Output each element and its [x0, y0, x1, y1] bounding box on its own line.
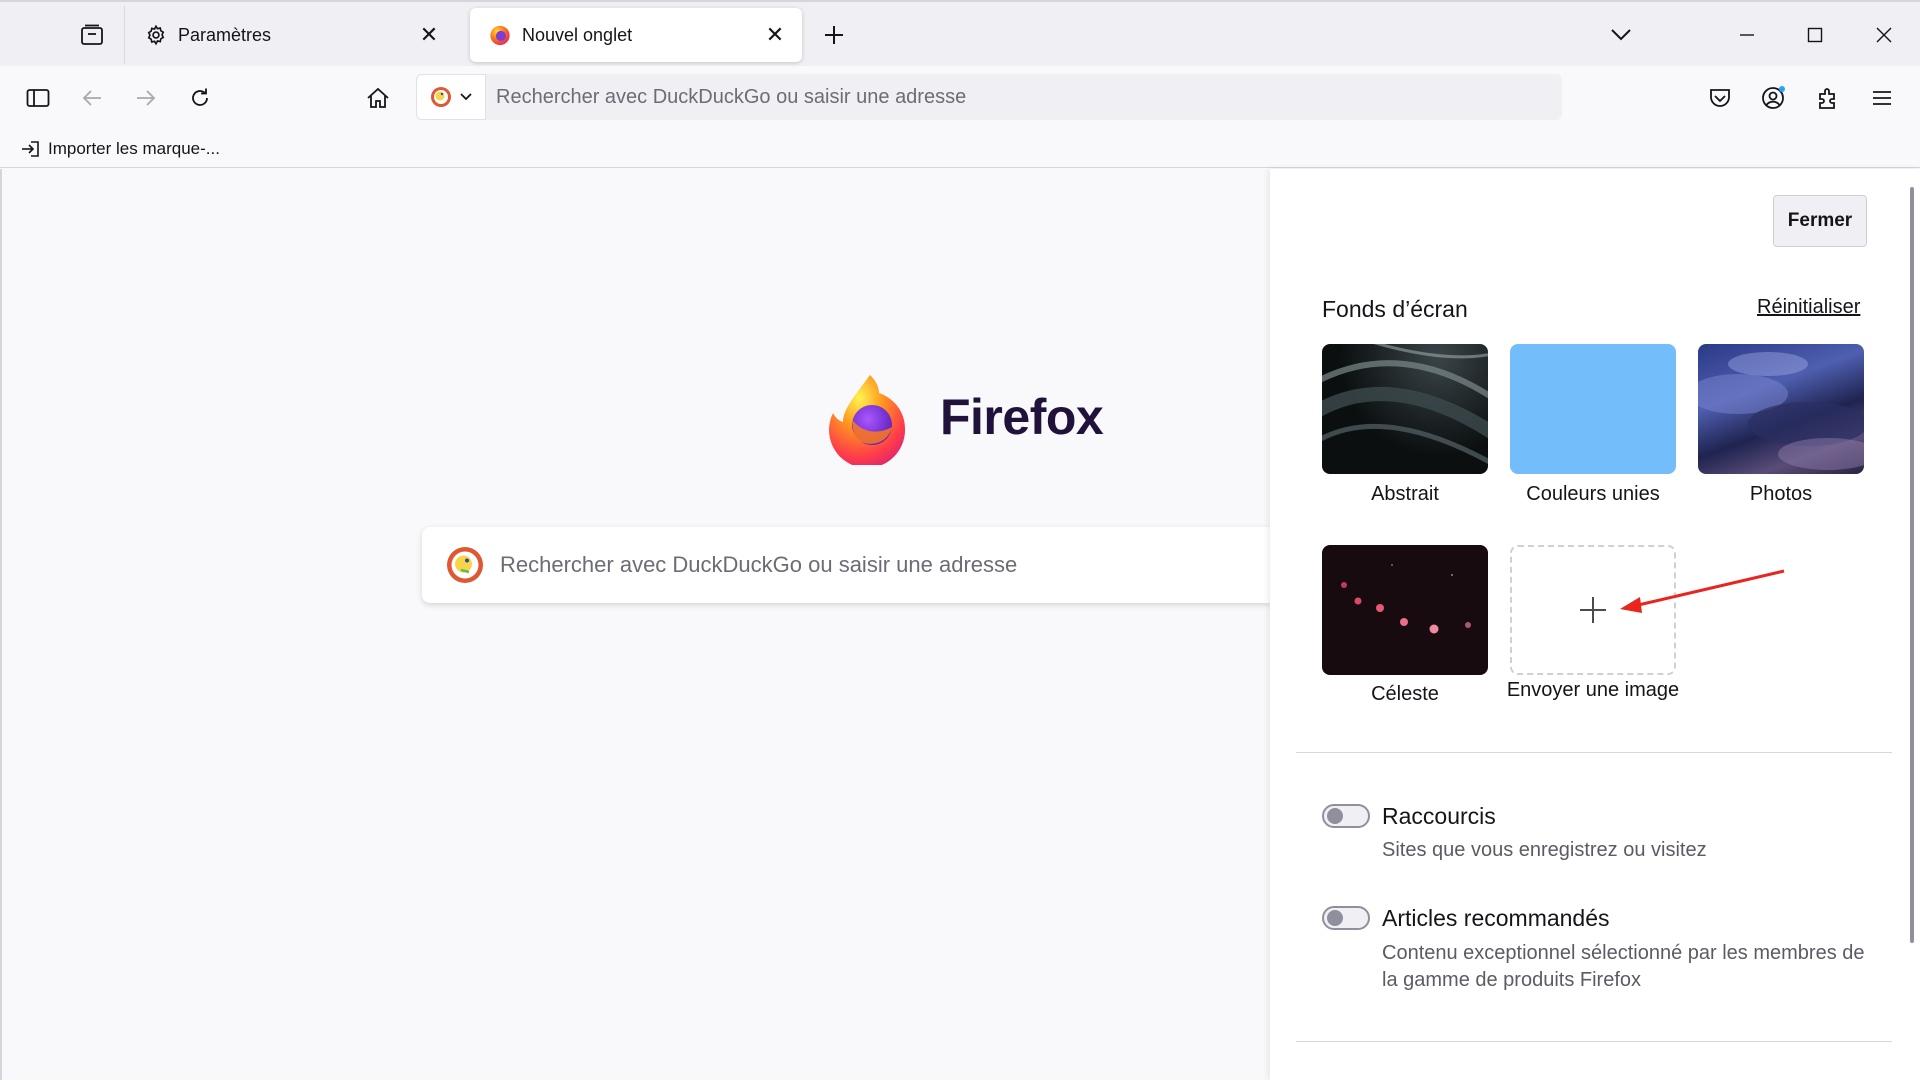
wallpaper-celestial[interactable]: [1322, 545, 1488, 675]
pocket-button[interactable]: [1700, 78, 1740, 118]
import-bookmarks-label: Importer les marque-...: [48, 139, 220, 158]
import-icon: [22, 141, 39, 157]
back-button[interactable]: [72, 78, 112, 118]
shortcuts-description: Sites que vous enregistrez ou visitez: [1382, 839, 1707, 861]
wallpaper-label: Céleste: [1371, 683, 1439, 705]
firefox-view-button[interactable]: [70, 16, 114, 54]
bookmarks-toolbar: Importer les marque-...: [0, 130, 1920, 168]
panel-scrollbar[interactable]: [1910, 187, 1914, 943]
abstract-wallpaper-art: [1322, 344, 1488, 465]
address-bar: [416, 74, 1562, 120]
wallpaper-label: Couleurs unies: [1526, 483, 1660, 505]
reload-button[interactable]: [180, 78, 220, 118]
extensions-button[interactable]: [1808, 78, 1848, 118]
arrow-left-icon: [82, 90, 101, 106]
duckduckgo-icon: [431, 87, 451, 107]
toggle-knob: [1327, 910, 1343, 926]
tab-title: Paramètres: [178, 24, 272, 45]
account-button[interactable]: [1754, 78, 1794, 118]
import-bookmarks-button[interactable]: Importer les marque-...: [20, 136, 220, 162]
close-panel-button[interactable]: Fermer: [1773, 195, 1867, 247]
close-icon: [1876, 27, 1892, 43]
minimize-button[interactable]: [1724, 12, 1770, 58]
chevron-down-icon: [460, 93, 472, 101]
firefox-wordmark: Firefox: [940, 389, 1104, 445]
puzzle-icon: [1819, 88, 1835, 109]
wallpaper-solid-colors[interactable]: [1510, 344, 1676, 474]
close-window-button[interactable]: [1861, 12, 1907, 58]
upload-wallpaper-button[interactable]: [1510, 545, 1676, 675]
wallpaper-label: Abstrait: [1371, 483, 1439, 505]
new-tab-button[interactable]: [814, 16, 854, 54]
wallpaper-abstract[interactable]: [1322, 344, 1488, 474]
wallpaper-label: Photos: [1749, 483, 1813, 505]
plus-icon: [1580, 597, 1606, 623]
customize-panel: Fermer Fonds d’écran Réinitialiser Abstr…: [1270, 169, 1920, 1080]
recommended-articles-description: Contenu exceptionnel sélectionné par les…: [1382, 942, 1865, 991]
url-input[interactable]: [486, 74, 1562, 120]
sidebar-toggle-button[interactable]: [18, 78, 58, 118]
recommended-articles-toggle[interactable]: [1322, 906, 1370, 930]
hamburger-icon: [1873, 91, 1891, 105]
pocket-icon: [1710, 89, 1730, 107]
tab-title: Nouvel onglet: [522, 24, 633, 45]
forward-button[interactable]: [126, 78, 166, 118]
shortcuts-title: Raccourcis: [1382, 803, 1496, 829]
arrow-right-icon: [137, 90, 156, 106]
minimize-icon: [1740, 34, 1754, 36]
wallpaper-label: Envoyer une image: [1506, 679, 1680, 701]
wallpapers-heading: Fonds d’écran: [1322, 296, 1468, 322]
tab-separator: [124, 6, 125, 64]
maximize-button[interactable]: [1792, 12, 1838, 58]
firefox-logo-icon: [488, 23, 512, 47]
chevron-down-icon: [1611, 29, 1631, 41]
main-search-box[interactable]: [422, 527, 1272, 603]
new-tab-page: Firefox: [0, 169, 1272, 1080]
wallpaper-photos[interactable]: [1698, 344, 1864, 474]
home-icon: [367, 87, 389, 108]
firefox-brand: Firefox: [822, 369, 1104, 465]
firefox-view-icon: [81, 24, 103, 45]
firefox-logo-icon: [829, 375, 906, 465]
maximize-icon: [1807, 27, 1823, 43]
tab-settings[interactable]: Paramètres ✕: [126, 8, 456, 62]
reload-icon: [192, 88, 208, 106]
tab-strip: Paramètres ✕ Nouvel onglet ✕: [0, 0, 1920, 66]
recommended-articles-title: Articles recommandés: [1382, 905, 1610, 931]
main-search-input[interactable]: [484, 552, 1272, 578]
shortcuts-toggle[interactable]: [1322, 804, 1370, 828]
toggle-knob: [1327, 808, 1343, 824]
plus-icon: [825, 26, 843, 44]
section-divider: [1296, 1041, 1892, 1042]
close-tab-icon[interactable]: ✕: [416, 22, 442, 48]
list-all-tabs-button[interactable]: [1598, 12, 1644, 58]
duckduckgo-icon: [447, 547, 483, 583]
navigation-toolbar: [0, 66, 1920, 130]
sidebar-icon: [26, 89, 50, 107]
search-engine-selector[interactable]: [416, 74, 486, 120]
home-button[interactable]: [358, 78, 398, 118]
section-divider: [1296, 752, 1892, 753]
account-icon: [1762, 86, 1785, 109]
moon-phases-art: [1341, 564, 1471, 634]
tab-new-tab[interactable]: Nouvel onglet ✕: [470, 8, 802, 62]
menu-button[interactable]: [1862, 78, 1902, 118]
storm-clouds-art: [1698, 352, 1864, 470]
gear-icon: [144, 23, 168, 47]
close-tab-icon[interactable]: ✕: [762, 22, 788, 48]
reset-wallpaper-link[interactable]: Réinitialiser: [1757, 296, 1860, 319]
